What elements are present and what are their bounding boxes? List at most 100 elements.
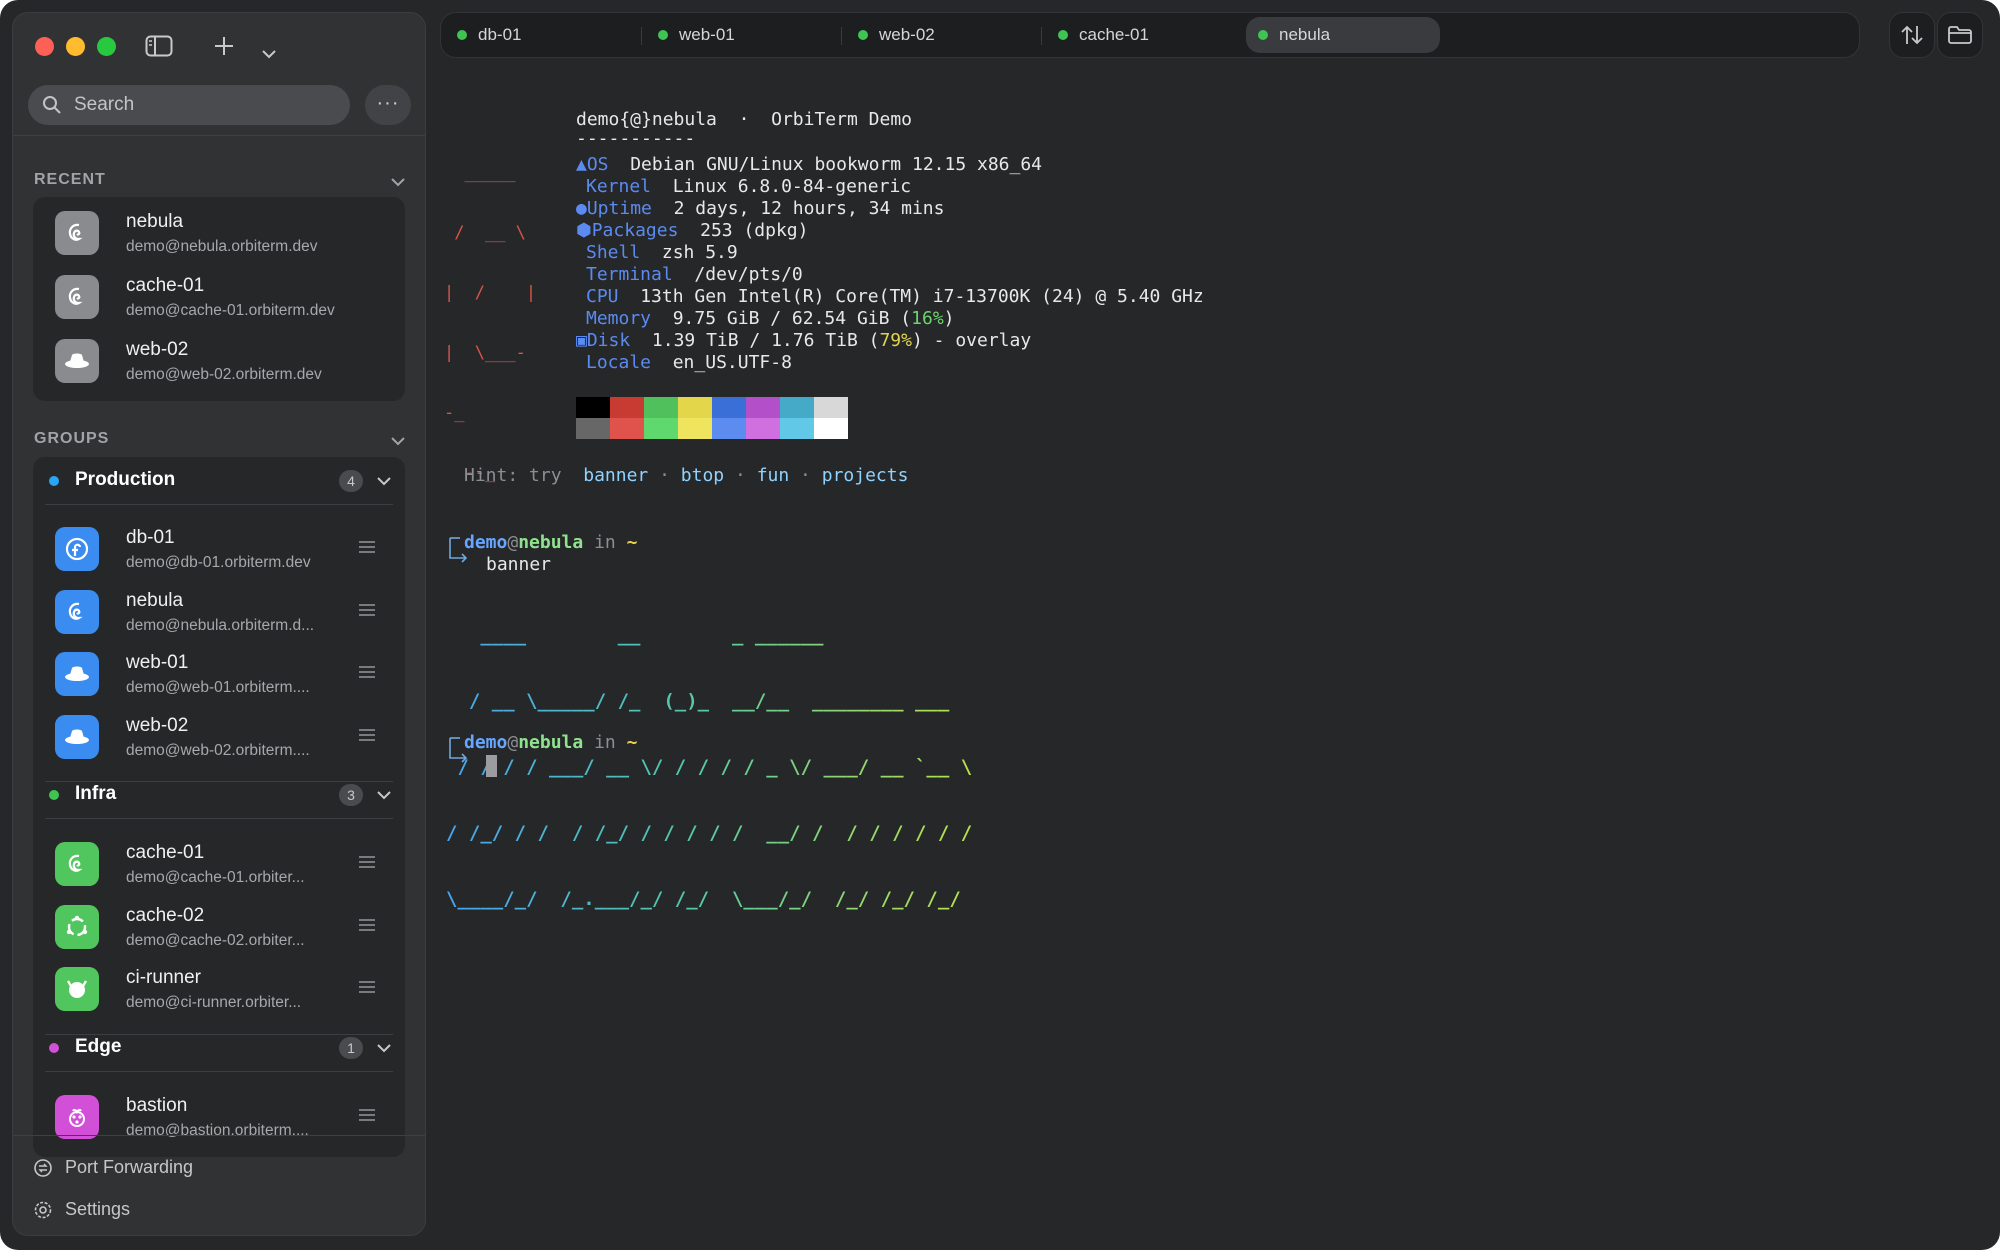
drag-handle-icon[interactable] <box>359 981 375 996</box>
recent-item-cache-01[interactable]: cache-01 demo@cache-01.orbiterm.dev <box>33 267 405 327</box>
new-tab-chevron-down-icon[interactable] <box>261 39 277 63</box>
gear-icon <box>34 1201 52 1218</box>
arch-icon: ▲ <box>576 154 587 175</box>
drag-handle-icon[interactable] <box>359 1109 375 1124</box>
more-options-button[interactable]: ··· <box>365 85 411 125</box>
recent-item-nebula[interactable]: nebula demo@nebula.orbiterm.dev <box>33 203 405 263</box>
info-locale: Locale en_US.UTF-8 <box>586 352 792 373</box>
host-item-ci-runner[interactable]: ci-runner demo@ci-runner.orbiter... <box>33 959 405 1019</box>
sidebar: ··· RECENT nebula demo@nebula.orbiterm.d… <box>12 12 426 1236</box>
sidebar-divider <box>13 135 425 136</box>
hint-command-projects[interactable]: projects <box>822 465 909 486</box>
host-address: demo@bastion.orbiterm.... <box>126 1122 309 1139</box>
drag-handle-icon[interactable] <box>359 919 375 934</box>
tab-label: cache-01 <box>1079 25 1149 44</box>
sidebar-toggle-icon[interactable] <box>145 35 173 60</box>
chevron-down-icon[interactable] <box>377 473 391 491</box>
group-name: Edge <box>75 1036 122 1057</box>
entered-command: banner <box>486 554 552 575</box>
tab-nebula[interactable]: nebula <box>1246 17 1440 53</box>
zoom-window-button[interactable] <box>97 37 116 56</box>
transfer-button[interactable] <box>1889 12 1935 58</box>
connected-status-dot <box>658 30 668 40</box>
info-disk: ▣Disk 1.39 TiB / 1.76 TiB (79%) - overla… <box>576 330 1032 351</box>
tab-web-01[interactable]: web-01 <box>658 17 735 53</box>
group-header-edge[interactable]: Edge 1 <box>33 1024 405 1070</box>
groups-section-title: GROUPS <box>34 430 110 447</box>
palette-swatch <box>610 397 644 418</box>
fedora-icon <box>55 527 99 571</box>
new-tab-plus-icon[interactable] <box>213 35 235 60</box>
palette-swatch <box>576 397 610 418</box>
group-count-badge: 3 <box>339 784 363 806</box>
host-address: demo@nebula.orbiterm.d... <box>126 617 315 634</box>
group-divider <box>45 504 393 505</box>
palette-swatch <box>712 418 746 439</box>
host-item-web-02[interactable]: web-02 demo@web-02.orbiterm.... <box>33 707 405 767</box>
palette-swatch <box>678 397 712 418</box>
group-header-production[interactable]: Production 4 <box>33 457 405 503</box>
groups-collapse-chevron-icon[interactable] <box>391 433 405 451</box>
info-os: ▲OS Debian GNU/Linux bookworm 12.15 x86_… <box>576 154 1043 175</box>
orbiterm-banner-art: ____ __ _ ______ / __ \_____/ /_ (_)_ __… <box>446 580 972 954</box>
debian-icon <box>55 211 99 255</box>
tab-cache-01[interactable]: cache-01 <box>1058 17 1149 53</box>
drag-handle-icon[interactable] <box>359 604 375 619</box>
search-input[interactable] <box>72 93 326 117</box>
host-item-nebula[interactable]: nebula demo@nebula.orbiterm.d... <box>33 582 405 642</box>
host-item-web-01[interactable]: web-01 demo@web-01.orbiterm.... <box>33 644 405 704</box>
palette-swatch <box>678 418 712 439</box>
group-color-dot <box>49 476 59 486</box>
host-name: ci-runner <box>126 967 201 988</box>
palette-swatch <box>746 418 780 439</box>
hint-command-btop[interactable]: btop <box>681 465 724 486</box>
drag-handle-icon[interactable] <box>359 729 375 744</box>
window-controls <box>35 37 116 56</box>
chevron-down-icon[interactable] <box>377 787 391 805</box>
recent-item-web-02[interactable]: web-02 demo@web-02.orbiterm.dev <box>33 331 405 391</box>
recent-collapse-chevron-icon[interactable] <box>391 174 405 192</box>
info-uptime: ●Uptime 2 days, 12 hours, 34 mins <box>576 198 945 219</box>
group-header-infra[interactable]: Infra 3 <box>33 771 405 817</box>
search-bar[interactable] <box>28 85 350 125</box>
chevron-down-icon[interactable] <box>377 1040 391 1058</box>
hint-command-banner[interactable]: banner <box>583 465 648 486</box>
port-forwarding-link[interactable]: Port Forwarding <box>33 1157 193 1178</box>
drag-handle-icon[interactable] <box>359 856 375 871</box>
debian-icon <box>55 275 99 319</box>
drag-handle-icon[interactable] <box>359 541 375 556</box>
transfer-arrows-icon <box>1901 25 1923 45</box>
host-address: demo@web-02.orbiterm.dev <box>126 366 322 383</box>
sftp-folder-button[interactable] <box>1937 12 1983 58</box>
palette-swatch <box>814 418 848 439</box>
host-name: nebula <box>126 211 184 232</box>
hint-command-fun[interactable]: fun <box>757 465 790 486</box>
info-shell: Shell zsh 5.9 <box>586 242 738 263</box>
palette-swatch <box>712 397 746 418</box>
host-item-cache-02[interactable]: cache-02 demo@cache-02.orbiter... <box>33 897 405 957</box>
tab-web-02[interactable]: web-02 <box>858 17 935 53</box>
host-item-cache-01[interactable]: cache-01 demo@cache-01.orbiter... <box>33 834 405 894</box>
drag-handle-icon[interactable] <box>359 666 375 681</box>
info-kernel: Kernel Linux 6.8.0-84-generic <box>586 176 912 197</box>
tab-bar: db-01 web-01 web-02 cache-01 nebula <box>440 12 1860 58</box>
settings-link[interactable]: Settings <box>33 1199 130 1220</box>
tab-db-01[interactable]: db-01 <box>457 17 521 53</box>
group-count-badge: 4 <box>339 470 363 492</box>
connected-status-dot <box>858 30 868 40</box>
close-window-button[interactable] <box>35 37 54 56</box>
host-item-db-01[interactable]: db-01 demo@db-01.orbiterm.dev <box>33 519 405 579</box>
palette-swatch <box>780 397 814 418</box>
recent-list: nebula demo@nebula.orbiterm.dev cache-01… <box>33 197 405 401</box>
minimize-window-button[interactable] <box>66 37 85 56</box>
package-icon: ⬢ <box>576 220 592 241</box>
connected-status-dot <box>457 30 467 40</box>
tab-label: nebula <box>1279 25 1331 44</box>
hint-line: Hint: try banner · btop · fun · projects <box>464 465 909 486</box>
terminal-pane[interactable]: _____ / __ \ | / | | \___- -_ --_ demo{@… <box>430 70 2000 1250</box>
host-item-bastion[interactable]: bastion demo@bastion.orbiterm.... <box>33 1087 405 1147</box>
host-name: nebula <box>126 590 184 611</box>
host-address: demo@cache-01.orbiterm.dev <box>126 302 335 319</box>
palette-swatch <box>610 418 644 439</box>
color-palette <box>576 397 848 439</box>
